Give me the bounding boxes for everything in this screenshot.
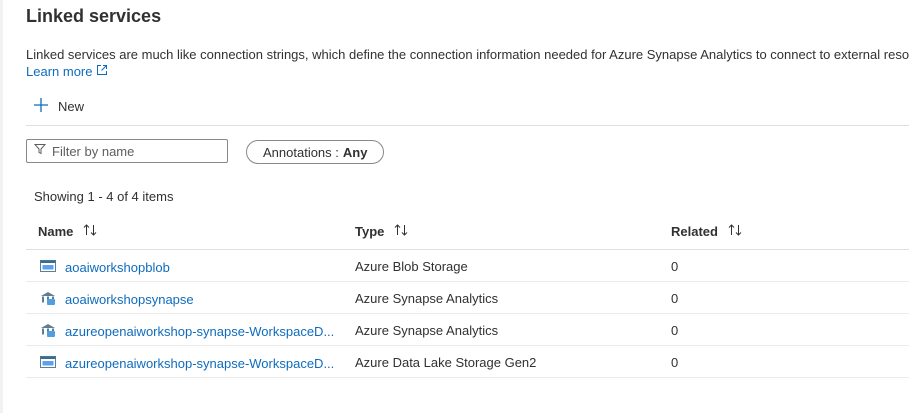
synapse-icon <box>40 323 56 340</box>
related-cell: 0 <box>671 291 679 306</box>
item-count-text: Showing 1 - 4 of 4 items <box>34 189 174 204</box>
page-description: Linked services are much like connection… <box>26 47 909 62</box>
sort-icon <box>728 224 742 239</box>
column-header-label: Related <box>671 224 718 239</box>
linked-services-table: Name Type Related aoaiworkshopblob Azure… <box>26 212 909 378</box>
data-lake-storage-icon <box>40 355 56 372</box>
table-row[interactable]: aoaiworkshopblob Azure Blob Storage 0 <box>26 250 909 282</box>
filter-by-name-field[interactable] <box>26 139 228 163</box>
table-row[interactable]: azureopenaiworkshop-synapse-WorkspaceD..… <box>26 346 909 378</box>
sort-icon <box>83 224 97 239</box>
learn-more-label: Learn more <box>26 64 93 79</box>
linked-service-link[interactable]: aoaiworkshopblob <box>65 260 170 275</box>
linked-service-link[interactable]: azureopenaiworkshop-synapse-WorkspaceD..… <box>65 324 334 339</box>
left-panel-edge <box>0 0 3 413</box>
sort-icon <box>394 224 408 239</box>
related-cell: 0 <box>671 355 679 370</box>
column-header-type[interactable]: Type <box>355 224 408 239</box>
annotations-value: Any <box>342 144 368 160</box>
annotations-filter-pill[interactable]: Annotations : Any <box>246 140 385 164</box>
filter-input[interactable] <box>52 143 212 159</box>
name-cell: azureopenaiworkshop-synapse-WorkspaceD..… <box>40 323 334 340</box>
column-header-label: Type <box>355 224 385 239</box>
new-button[interactable]: New <box>32 96 84 117</box>
page-title: Linked services <box>26 6 162 26</box>
linked-service-link[interactable]: azureopenaiworkshop-synapse-WorkspaceD..… <box>65 356 334 371</box>
name-cell: aoaiworkshopsynapse <box>40 291 194 308</box>
table-row[interactable]: aoaiworkshopsynapse Azure Synapse Analyt… <box>26 282 909 314</box>
column-header-name[interactable]: Name <box>38 224 97 239</box>
plus-icon <box>32 96 50 117</box>
external-link-icon <box>96 64 108 79</box>
annotations-label: Annotations : <box>263 144 339 160</box>
related-cell: 0 <box>671 323 679 338</box>
synapse-icon <box>40 291 56 308</box>
column-header-related[interactable]: Related <box>671 224 742 239</box>
table-row[interactable]: azureopenaiworkshop-synapse-WorkspaceD..… <box>26 314 909 346</box>
new-button-label: New <box>58 99 85 114</box>
table-header: Name Type Related <box>26 212 909 250</box>
column-header-label: Name <box>38 224 74 239</box>
type-cell: Azure Synapse Analytics <box>355 323 499 338</box>
blob-storage-icon <box>40 259 56 276</box>
learn-more-link[interactable]: Learn more <box>26 64 108 79</box>
toolbar-divider <box>26 125 909 126</box>
linked-service-link[interactable]: aoaiworkshopsynapse <box>65 292 194 307</box>
type-cell: Azure Synapse Analytics <box>355 291 499 306</box>
type-cell: Azure Blob Storage <box>355 259 468 274</box>
related-cell: 0 <box>671 259 679 274</box>
type-cell: Azure Data Lake Storage Gen2 <box>355 355 537 370</box>
filter-icon <box>33 142 47 160</box>
name-cell: aoaiworkshopblob <box>40 259 170 276</box>
name-cell: azureopenaiworkshop-synapse-WorkspaceD..… <box>40 355 334 372</box>
